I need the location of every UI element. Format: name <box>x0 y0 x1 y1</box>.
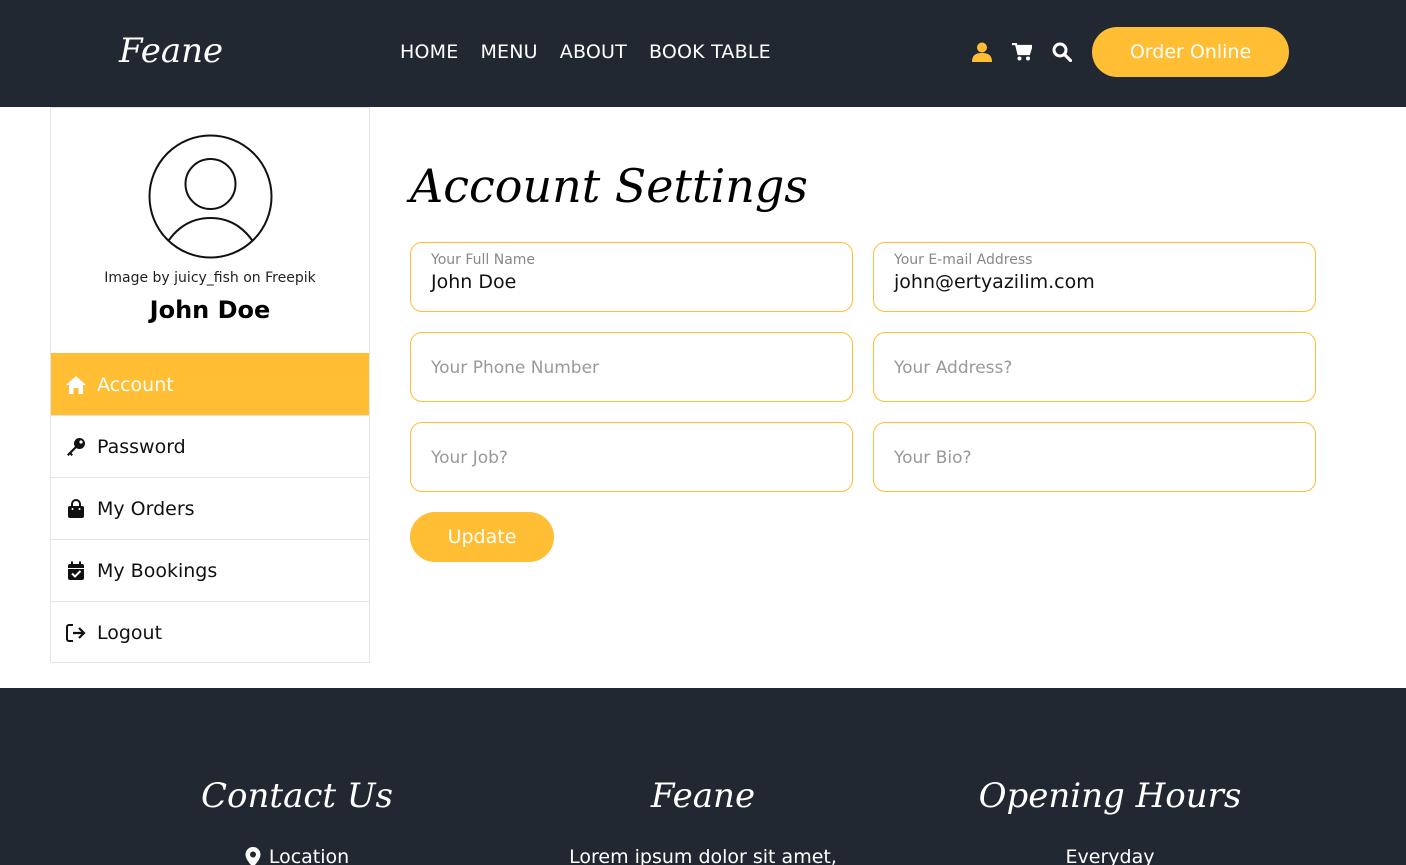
hours-text: Everyday <box>1065 846 1155 865</box>
job-placeholder: Your Job? <box>431 448 508 468</box>
sidebar-item-password[interactable]: Password <box>51 415 369 477</box>
full-name-field[interactable]: Your Full Name John Doe <box>410 242 853 312</box>
sidebar-item-my-bookings[interactable]: My Bookings <box>51 539 369 601</box>
sidebar-item-label: My Bookings <box>97 559 218 582</box>
address-field[interactable]: Your Address? <box>873 332 1316 402</box>
sidebar-item-logout[interactable]: Logout <box>51 601 369 663</box>
sidebar-item-my-orders[interactable]: My Orders <box>51 477 369 539</box>
profile-name: John Doe <box>149 296 271 324</box>
email-field[interactable]: Your E-mail Address john@ertyazilim.com <box>873 242 1316 312</box>
order-online-button[interactable]: Order Online <box>1092 27 1289 77</box>
nav-menu[interactable]: MENU <box>480 38 537 66</box>
brand-logo[interactable]: Feane <box>119 28 223 74</box>
key-icon <box>67 437 85 456</box>
sidebar-item-label: My Orders <box>97 497 195 520</box>
hours-title: Opening Hours <box>978 776 1242 816</box>
sidebar-item-account[interactable]: Account <box>51 353 369 415</box>
phone-placeholder: Your Phone Number <box>431 358 600 378</box>
full-name-label: Your Full Name <box>431 252 536 268</box>
account-sidebar: Image by juicy_fish on Freepik John Doe … <box>50 107 370 663</box>
footer: Contact Us Location Feane Lorem ipsum do… <box>0 688 1406 865</box>
footer-brand-title: Feane <box>650 776 756 816</box>
bio-placeholder: Your Bio? <box>894 448 972 468</box>
nav-home[interactable]: HOME <box>400 38 458 66</box>
location-label: Location <box>268 846 350 865</box>
location-pin-icon <box>245 847 261 865</box>
job-field[interactable]: Your Job? <box>410 422 853 492</box>
nav-book-table[interactable]: BOOK TABLE <box>649 38 771 66</box>
bag-icon <box>68 498 84 518</box>
footer-brand-text: Lorem ipsum dolor sit amet, <box>569 846 837 865</box>
home-icon <box>66 375 86 394</box>
sidebar-item-label: Password <box>97 435 186 458</box>
update-button[interactable]: Update <box>410 512 554 562</box>
cart-icon[interactable] <box>1011 41 1033 63</box>
user-icon[interactable] <box>971 41 993 63</box>
phone-field[interactable]: Your Phone Number <box>410 332 853 402</box>
nav-about[interactable]: ABOUT <box>560 38 627 66</box>
address-placeholder: Your Address? <box>894 358 1013 378</box>
top-navbar: Feane HOME MENU ABOUT BOOK TABLE Order O… <box>0 0 1406 107</box>
bio-field[interactable]: Your Bio? <box>873 422 1316 492</box>
email-label: Your E-mail Address <box>894 252 1033 268</box>
contact-title: Contact Us <box>201 776 393 816</box>
page-title: Account Settings <box>410 159 808 213</box>
image-credit: Image by juicy_fish on Freepik <box>104 270 316 286</box>
contact-location[interactable]: Location <box>97 846 497 865</box>
calendar-check-icon <box>68 561 84 580</box>
sidebar-item-label: Account <box>97 373 174 396</box>
logout-icon <box>66 623 86 642</box>
main-nav: HOME MENU ABOUT BOOK TABLE <box>400 38 771 66</box>
sidebar-item-label: Logout <box>97 621 163 644</box>
search-icon[interactable] <box>1051 41 1073 63</box>
avatar <box>148 134 273 259</box>
full-name-value: John Doe <box>431 271 517 293</box>
email-value: john@ertyazilim.com <box>894 271 1095 293</box>
